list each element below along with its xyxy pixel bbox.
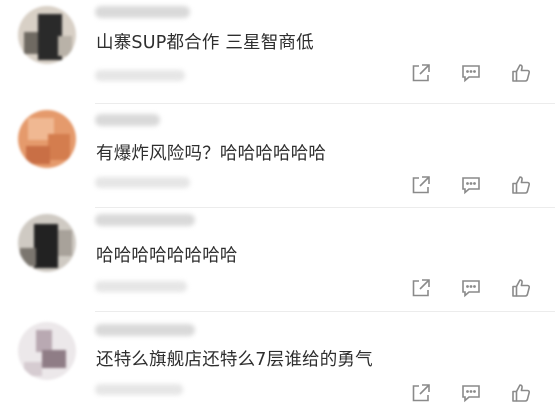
- comment-icon[interactable]: [460, 174, 482, 196]
- comment-item: 哈哈哈哈哈哈哈哈: [0, 208, 555, 312]
- share-icon[interactable]: [410, 382, 432, 404]
- comment-item: 山寨SUP都合作 三星智商低: [0, 0, 555, 104]
- comment-actions: [410, 62, 532, 84]
- comment-actions: [410, 382, 532, 404]
- comment-icon[interactable]: [460, 277, 482, 299]
- comment-icon[interactable]: [460, 62, 482, 84]
- comment-meta: [95, 70, 185, 81]
- share-icon[interactable]: [410, 277, 432, 299]
- thumbs-up-icon[interactable]: [510, 382, 532, 404]
- comment-actions: [410, 174, 532, 196]
- comment-meta: [95, 384, 183, 395]
- thumbs-up-icon[interactable]: [510, 174, 532, 196]
- username[interactable]: [95, 6, 190, 18]
- comment-text: 有爆炸风险吗？哈哈哈哈哈哈: [96, 144, 327, 164]
- avatar[interactable]: [18, 322, 76, 380]
- comment-meta: [95, 177, 190, 188]
- share-icon[interactable]: [410, 62, 432, 84]
- comment-text: 还特么旗舰店还特么7层谁给的勇气: [96, 350, 373, 370]
- comment-icon[interactable]: [460, 382, 482, 404]
- comment-item: 有爆炸风险吗？哈哈哈哈哈哈: [0, 104, 555, 208]
- comment-meta: [95, 281, 187, 292]
- thumbs-up-icon[interactable]: [510, 62, 532, 84]
- username[interactable]: [95, 324, 195, 336]
- comment-actions: [410, 277, 532, 299]
- thumbs-up-icon[interactable]: [510, 277, 532, 299]
- avatar[interactable]: [18, 110, 76, 168]
- comment-text: 山寨SUP都合作 三星智商低: [96, 33, 314, 53]
- share-icon[interactable]: [410, 174, 432, 196]
- comment-text: 哈哈哈哈哈哈哈哈: [96, 246, 238, 266]
- username[interactable]: [95, 114, 160, 126]
- avatar[interactable]: [18, 214, 76, 272]
- username[interactable]: [95, 214, 195, 226]
- avatar[interactable]: [18, 6, 76, 64]
- comment-item: 还特么旗舰店还特么7层谁给的勇气: [0, 312, 555, 416]
